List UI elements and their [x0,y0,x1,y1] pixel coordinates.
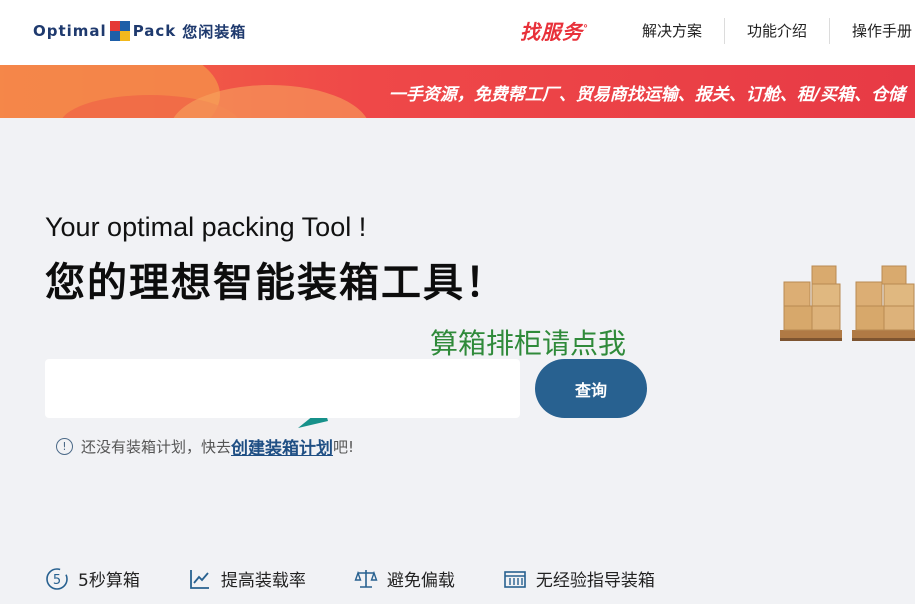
create-plan-tip: ! 还没有装箱计划，快去 创建装箱计划 吧! [56,434,354,459]
feature-item: 5 5秒算箱 [45,566,140,591]
feature-label: 5秒算箱 [78,571,140,591]
feature-label: 无经验指导装箱 [535,571,655,591]
feature-list: 5 5秒算箱 提高装载率 避免偏载 无经验指导装箱 [45,566,703,591]
hero-title: 您的理想智能装箱工具！ [45,260,507,306]
chart-line-icon [189,569,209,589]
container-icon [504,570,526,588]
create-plan-link[interactable]: 创建装箱计划 [231,434,333,459]
find-service-link[interactable]: 找服务° [520,16,589,45]
promo-banner[interactable]: 一手资源，免费帮工厂、贸易商找运输、报关、订舱、租/买箱、仓储 [0,65,915,118]
tip-prefix: 还没有装箱计划，快去 [81,438,232,456]
feature-label: 提高装载率 [220,571,306,591]
logo-cube-icon [109,20,131,42]
cargo-boxes-illustration [780,265,915,341]
nav-item-solutions[interactable]: 解决方案 [620,18,726,44]
search-button[interactable]: 查询 [535,359,647,418]
nav-item-features[interactable]: 功能介绍 [725,18,831,44]
find-service-label: 找服务 [520,20,583,44]
svg-text:5: 5 [53,573,61,588]
hero-subtitle: Your optimal packing Tool ! [45,212,367,242]
feature-item: 提高装载率 [188,566,306,591]
five-seconds-icon: 5 [46,567,68,590]
nav-item-manual[interactable]: 操作手册 [830,18,915,44]
info-icon: ! [56,438,73,455]
annotation-text: 算箱排柜请点我 [430,327,627,360]
top-header: Optimal Pack 您闲装箱 找服务° 解决方案 功能介绍 操作手册 [0,0,915,65]
logo-text-cn: 您闲装箱 [182,22,247,41]
search-input[interactable] [45,359,520,418]
balance-scale-icon [354,569,378,588]
service-mark-icon: ° [583,23,589,35]
tip-suffix: 吧! [333,438,355,456]
main-nav: 解决方案 功能介绍 操作手册 [620,18,915,44]
feature-item: 无经验指导装箱 [503,566,655,591]
feature-label: 避免偏载 [386,571,455,591]
banner-text: 一手资源，免费帮工厂、贸易商找运输、报关、订舱、租/买箱、仓储 [388,85,905,105]
logo-text-pack: Pack [132,22,177,40]
feature-item: 避免偏载 [354,566,455,591]
site-logo[interactable]: Optimal Pack 您闲装箱 [33,14,246,48]
logo-text-optimal: Optimal [33,22,107,40]
